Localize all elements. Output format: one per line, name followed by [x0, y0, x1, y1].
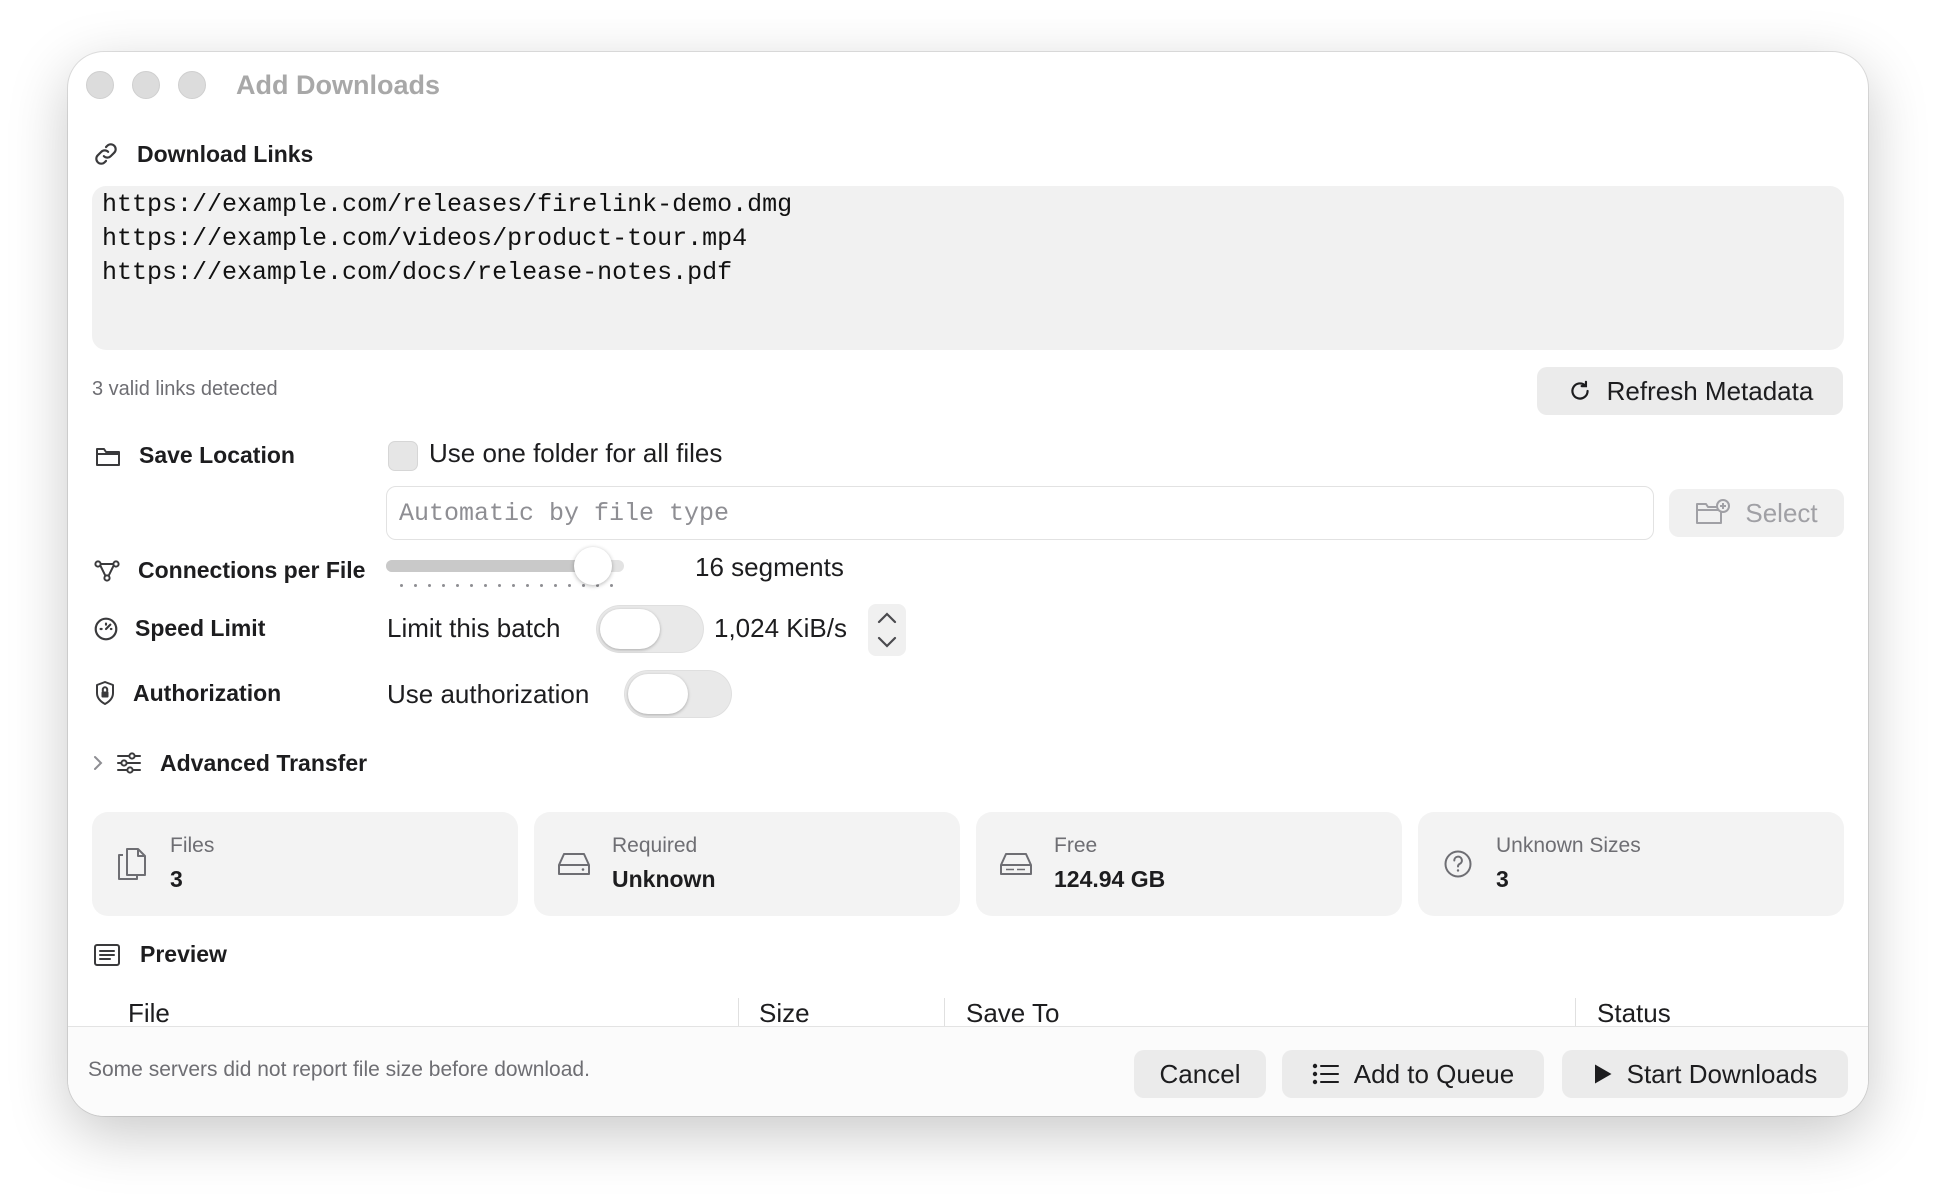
- save-path-placeholder: Automatic by file type: [399, 498, 730, 528]
- speed-limit-label: Speed Limit: [135, 615, 266, 641]
- refresh-icon: [1567, 378, 1593, 404]
- speed-limit-value: 1,024 KiB/s: [714, 613, 847, 643]
- speedometer-icon: [92, 615, 120, 643]
- chevron-right-icon[interactable]: [90, 752, 106, 774]
- link-icon: [92, 140, 120, 168]
- summary-card-files: Files 3: [92, 812, 518, 916]
- slider-tick: [610, 584, 613, 587]
- slider-tick: [512, 584, 515, 587]
- slider-tick: [498, 584, 501, 587]
- one-folder-checkbox-label: Use one folder for all files: [429, 438, 723, 468]
- column-separator: [1575, 998, 1576, 1028]
- slider-tick: [582, 584, 585, 587]
- limit-batch-label: Limit this batch: [387, 613, 561, 643]
- shield-icon: [92, 679, 118, 707]
- toggle-knob: [600, 609, 660, 649]
- link-line: https://example.com/docs/release-notes.p…: [102, 258, 733, 287]
- summary-label: Unknown Sizes: [1496, 834, 1641, 857]
- refresh-metadata-label: Refresh Metadata: [1606, 375, 1814, 406]
- slider-tick: [568, 584, 571, 587]
- summary-value: 3: [1496, 866, 1509, 892]
- chevron-up-icon[interactable]: [875, 608, 899, 628]
- summary-value: 3: [170, 866, 183, 892]
- column-header-save-to[interactable]: Save To: [966, 998, 1059, 1029]
- download-links-textarea[interactable]: https://example.com/releases/firelink-de…: [92, 186, 1844, 350]
- zoom-window-button[interactable]: [178, 71, 206, 99]
- link-line: https://example.com/videos/product-tour.…: [102, 224, 748, 253]
- slider-tick: [484, 584, 487, 587]
- column-header-status[interactable]: Status: [1597, 998, 1671, 1029]
- save-location-label: Save Location: [139, 442, 295, 468]
- column-header-file[interactable]: File: [128, 998, 170, 1029]
- toggle-knob: [628, 674, 688, 714]
- play-icon: [1593, 1063, 1613, 1085]
- slider-tick: [540, 584, 543, 587]
- connections-label: Connections per File: [138, 557, 366, 583]
- select-folder-button[interactable]: Select: [1669, 489, 1844, 537]
- footer-note: Some servers did not report file size be…: [88, 1058, 590, 1081]
- cancel-label: Cancel: [1159, 1058, 1241, 1089]
- list-box-icon: [92, 942, 122, 968]
- use-authorization-label: Use authorization: [387, 679, 590, 709]
- select-folder-label: Select: [1745, 497, 1818, 528]
- valid-links-status: 3 valid links detected: [92, 378, 278, 400]
- slider-tick: [526, 584, 529, 587]
- link-line: https://example.com/releases/firelink-de…: [102, 190, 793, 219]
- minimize-window-button[interactable]: [132, 71, 160, 99]
- slider-tick: [414, 584, 417, 587]
- speed-limit-stepper[interactable]: [868, 604, 906, 656]
- advanced-transfer-disclosure[interactable]: Advanced Transfer: [160, 747, 367, 779]
- limit-batch-toggle[interactable]: [596, 605, 704, 653]
- summary-value: 124.94 GB: [1054, 866, 1166, 892]
- folder-icon: [94, 443, 122, 471]
- summary-card-required: Required Unknown: [534, 812, 960, 916]
- window-title: Add Downloads: [236, 70, 440, 100]
- slider-tick: [470, 584, 473, 587]
- cancel-button[interactable]: Cancel: [1134, 1050, 1266, 1098]
- add-to-queue-button[interactable]: Add to Queue: [1282, 1050, 1544, 1098]
- drive-icon: [552, 842, 596, 886]
- start-downloads-button[interactable]: Start Downloads: [1562, 1050, 1848, 1098]
- connections-value: 16 segments: [695, 552, 844, 582]
- add-to-queue-label: Add to Queue: [1353, 1058, 1515, 1089]
- preview-label: Preview: [140, 941, 227, 967]
- sliders-icon: [115, 751, 143, 775]
- slider-tick: [428, 584, 431, 587]
- column-separator: [944, 998, 945, 1028]
- add-downloads-window: Add Downloads Download Links https://exa…: [68, 52, 1868, 1116]
- question-circle-icon: [1436, 842, 1480, 886]
- summary-label: Files: [170, 834, 215, 857]
- files-icon: [110, 842, 154, 886]
- summary-label: Free: [1054, 834, 1098, 857]
- slider-tick: [456, 584, 459, 587]
- column-separator: [738, 998, 739, 1028]
- slider-tick: [442, 584, 445, 587]
- download-links-label: Download Links: [137, 141, 314, 167]
- authorization-label: Authorization: [133, 680, 282, 706]
- slider-tick: [400, 584, 403, 587]
- summary-card-free: Free 124.94 GB: [976, 812, 1402, 916]
- chevron-down-icon[interactable]: [875, 632, 899, 652]
- connections-slider[interactable]: [386, 546, 624, 598]
- column-header-size[interactable]: Size: [759, 998, 810, 1029]
- save-path-input[interactable]: Automatic by file type: [386, 486, 1654, 540]
- slider-tick: [554, 584, 557, 587]
- slider-knob[interactable]: [574, 547, 612, 585]
- drive-icon: [994, 842, 1038, 886]
- summary-label: Required: [612, 834, 698, 857]
- close-window-button[interactable]: [86, 71, 114, 99]
- add-folder-icon: [1695, 499, 1731, 527]
- connections-icon: [93, 557, 121, 585]
- use-authorization-toggle[interactable]: [624, 670, 732, 718]
- refresh-metadata-button[interactable]: Refresh Metadata: [1537, 367, 1843, 415]
- summary-value: Unknown: [612, 866, 716, 892]
- list-bullet-icon: [1312, 1063, 1340, 1085]
- footer-divider: [68, 1026, 1868, 1027]
- one-folder-checkbox[interactable]: [388, 441, 418, 471]
- summary-card-unknown-sizes: Unknown Sizes 3: [1418, 812, 1844, 916]
- start-downloads-label: Start Downloads: [1626, 1058, 1818, 1089]
